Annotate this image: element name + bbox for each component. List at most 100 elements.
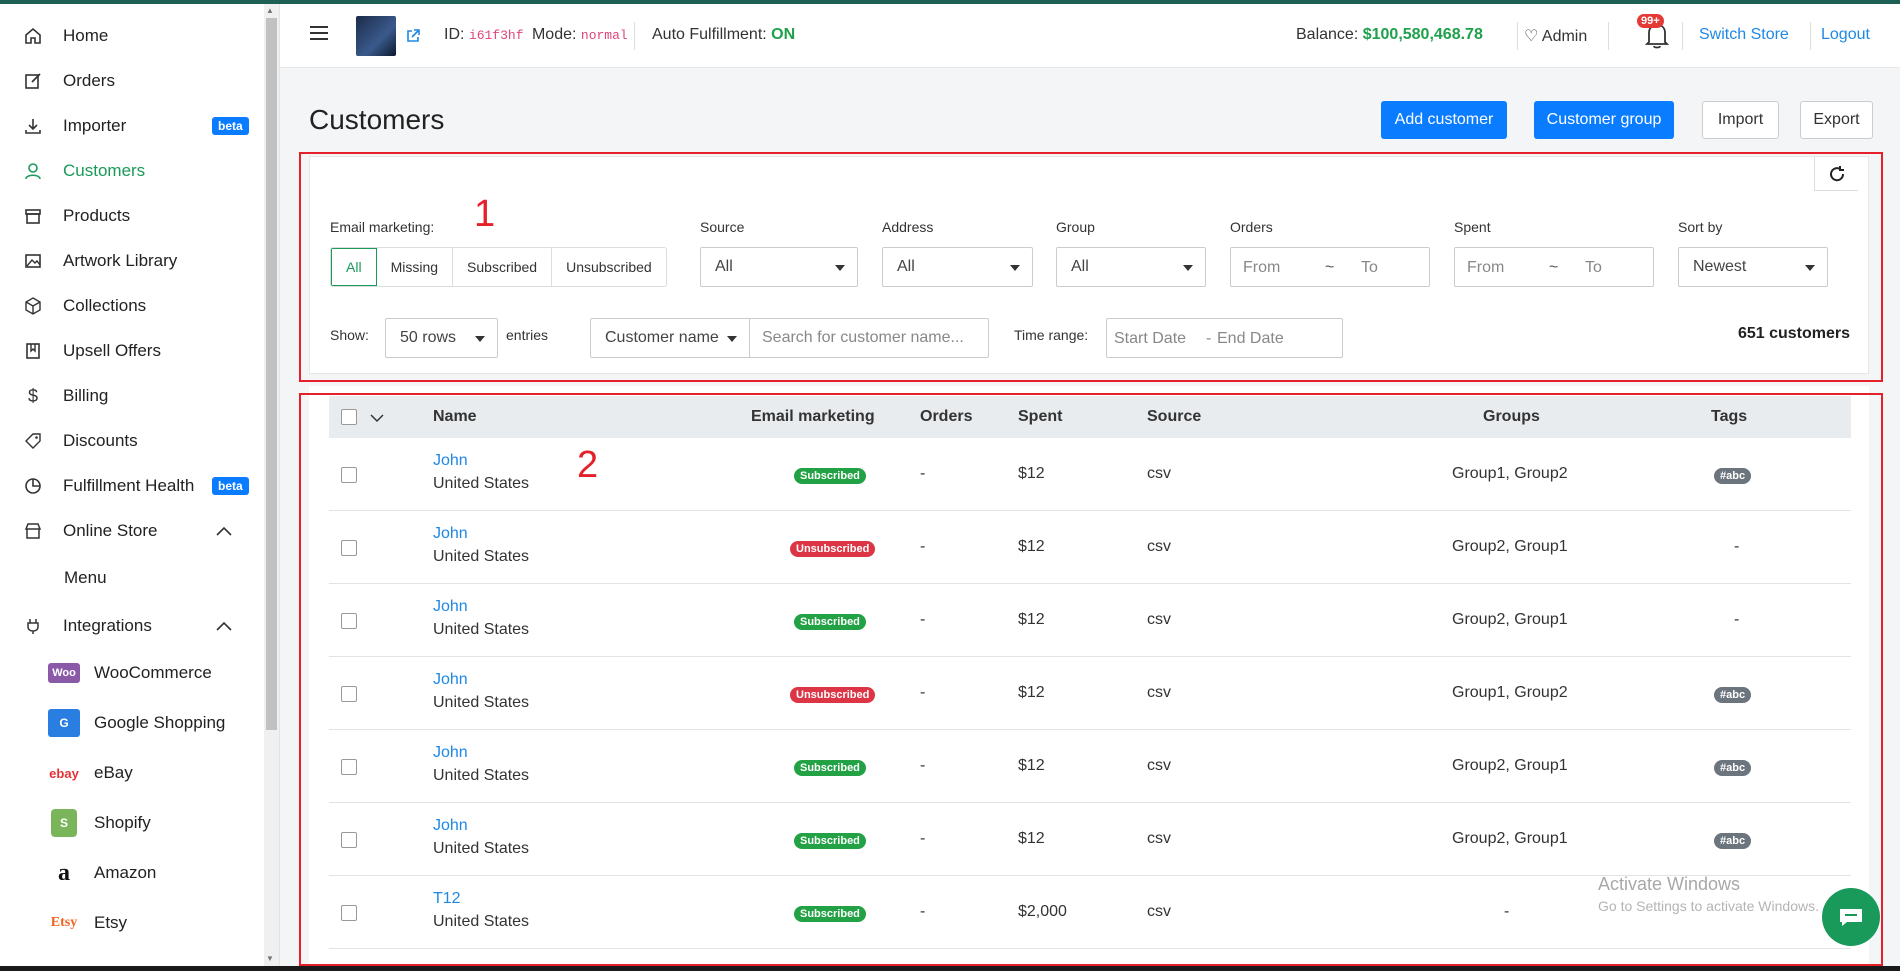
top-header: ID: i61f3hf Mode: normal Auto Fulfillmen… [280, 4, 1900, 68]
integration-label: WooCommerce [94, 663, 212, 682]
sidebar-item-collections[interactable]: Collections [0, 286, 262, 326]
header-separator [634, 22, 635, 50]
amazon-icon: a [58, 859, 70, 886]
activate-windows-hint: Go to Settings to activate Windows. [1598, 898, 1819, 914]
sidebar-item-label: Customers [63, 161, 146, 180]
home-icon [22, 25, 44, 47]
integration-etsy[interactable]: Etsy Etsy [48, 903, 127, 943]
sidebar-item-orders[interactable]: Orders [0, 61, 262, 101]
integration-label: Google Shopping [94, 713, 226, 732]
sidebar-item-label: Orders [63, 71, 115, 90]
image-icon [22, 250, 44, 272]
auto-fulfillment: Auto Fulfillment: ON [652, 26, 795, 44]
balance-label: Balance: [1296, 26, 1359, 43]
scroll-down-icon[interactable]: ▼ [266, 954, 274, 963]
ebay-icon: ebay [49, 765, 79, 781]
sidebar-item-products[interactable]: Products [0, 196, 262, 236]
user-name: Admin [1541, 28, 1588, 45]
sidebar-item-discounts[interactable]: Discounts [0, 421, 262, 461]
integration-label: Amazon [94, 863, 157, 882]
sidebar-item-importer[interactable]: Importer beta [0, 106, 262, 146]
sidebar-item-fulfillment-health[interactable]: Fulfillment Health beta [0, 466, 262, 506]
header-separator [1608, 22, 1609, 50]
chevron-up-icon[interactable] [216, 618, 232, 634]
pie-icon [22, 475, 44, 497]
hamburger-menu-icon[interactable] [310, 26, 328, 40]
sidebar-item-label: Fulfillment Health [63, 476, 195, 495]
import-button[interactable]: Import [1702, 101, 1779, 139]
user-menu[interactable]: ♡ Admin [1524, 26, 1587, 46]
sidebar-item-online-store[interactable]: Online Store [0, 511, 262, 551]
header-separator [1810, 22, 1811, 50]
sidebar-item-label: Discounts [63, 431, 138, 450]
mode-label: Mode: [531, 26, 577, 43]
store-icon [22, 520, 44, 542]
sidebar-subitem-menu[interactable]: Menu [64, 558, 107, 598]
sidebar-item-upsell-offers[interactable]: Upsell Offers [0, 331, 262, 371]
cube-icon [22, 295, 44, 317]
tag-icon [22, 430, 44, 452]
book-icon [22, 340, 44, 362]
store-id-label: ID: [444, 26, 465, 43]
notification-badge: 99+ [1637, 14, 1664, 28]
chat-icon[interactable] [1822, 888, 1880, 946]
balance: Balance: $100,580,468.78 [1296, 26, 1483, 44]
switch-store-link[interactable]: Switch Store [1699, 26, 1789, 44]
sidebar-item-label: Billing [63, 386, 109, 405]
shopify-icon: S [51, 809, 77, 837]
sidebar-item-artwork-library[interactable]: Artwork Library [0, 241, 262, 281]
sidebar-divider [279, 4, 280, 971]
annotation-label-2: 2 [577, 444, 599, 486]
sidebar-item-label: Online Store [63, 521, 158, 540]
integration-label: eBay [94, 763, 133, 782]
integration-label: Shopify [94, 813, 151, 832]
auto-fulfillment-label: Auto Fulfillment: [652, 26, 767, 43]
export-button[interactable]: Export [1800, 101, 1873, 139]
sidebar-item-billing[interactable]: $ Billing [0, 376, 262, 416]
sidebar-scrollbar[interactable]: ▲ ▼ [264, 4, 279, 971]
sidebar-item-home[interactable]: Home [0, 16, 262, 56]
user-icon [22, 160, 44, 182]
sidebar-item-label: Upsell Offers [63, 341, 161, 360]
logout-link[interactable]: Logout [1821, 26, 1870, 44]
integration-amazon[interactable]: a Amazon [48, 853, 156, 893]
chevron-up-icon[interactable] [216, 523, 232, 539]
mode-value: normal [580, 28, 628, 43]
sidebar-item-label: Artwork Library [63, 251, 178, 270]
woocommerce-icon: Woo [48, 663, 80, 683]
integration-shopify[interactable]: S Shopify [48, 803, 151, 843]
page-title: Customers [309, 104, 445, 135]
beta-badge: beta [212, 477, 249, 495]
auto-fulfillment-value: ON [771, 26, 796, 43]
sidebar-item-integrations[interactable]: Integrations [0, 606, 262, 646]
sidebar-item-label: Menu [64, 568, 107, 587]
sidebar: Home Orders Importer beta Customers Prod… [0, 4, 264, 971]
os-taskbar [0, 966, 1900, 971]
download-icon [22, 115, 44, 137]
integration-google-shopping[interactable]: G Google Shopping [48, 703, 225, 743]
heart-icon: ♡ [1524, 28, 1539, 45]
annotation-box-1 [299, 152, 1883, 382]
etsy-icon: Etsy [50, 915, 78, 930]
store-thumbnail[interactable] [356, 16, 396, 56]
dollar-icon: $ [27, 385, 38, 406]
beta-badge: beta [212, 117, 249, 135]
store-id-value: i61f3hf [468, 28, 524, 43]
sidebar-item-customers[interactable]: Customers [0, 151, 262, 191]
integration-ebay[interactable]: ebay eBay [48, 753, 133, 793]
integration-woocommerce[interactable]: Woo WooCommerce [48, 653, 212, 693]
google-shopping-icon: G [48, 709, 80, 737]
add-customer-button[interactable]: Add customer [1381, 101, 1507, 139]
external-link-icon[interactable] [405, 28, 421, 49]
box-icon [22, 205, 44, 227]
sidebar-item-label: Importer [63, 116, 127, 135]
header-separator [1682, 22, 1683, 50]
annotation-label-1: 1 [474, 193, 496, 235]
edit-icon [22, 70, 44, 92]
scrollbar-thumb[interactable] [266, 18, 277, 730]
plug-icon [22, 615, 44, 637]
scroll-up-icon[interactable]: ▲ [266, 6, 274, 15]
sidebar-item-label: Collections [63, 296, 147, 315]
integration-label: Etsy [94, 913, 128, 932]
customer-group-button[interactable]: Customer group [1534, 101, 1674, 139]
